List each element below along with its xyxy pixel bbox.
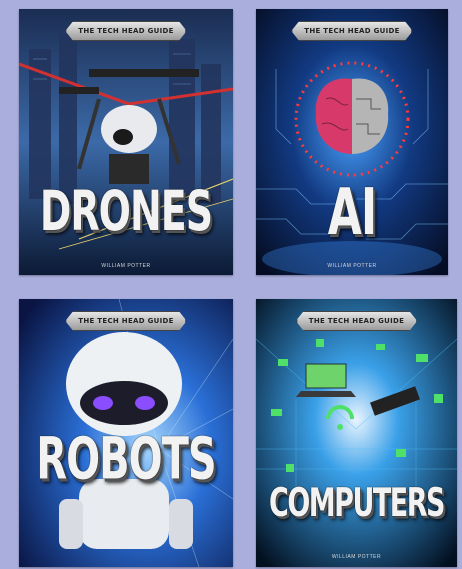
series-badge: THE TECH HEAD GUIDE (296, 311, 417, 331)
book-title: COMPUTERS (269, 481, 445, 526)
book-author: WILLIAM POTTER (331, 554, 382, 560)
book-cover-computers[interactable]: THE TECH HEAD GUIDE COMPUTERS WILLIAM PO… (256, 299, 457, 567)
book-title: ROBOTS (36, 426, 216, 493)
series-badge: THE TECH HEAD GUIDE (291, 21, 412, 41)
book-cover-robots[interactable]: THE TECH HEAD GUIDE ROBOTS (19, 299, 233, 567)
book-title: DRONES (39, 179, 213, 243)
series-badge: THE TECH HEAD GUIDE (65, 311, 186, 331)
book-author: WILLIAM POTTER (327, 263, 377, 269)
book-author: WILLIAM POTTER (101, 263, 151, 269)
computer-cover-art (256, 299, 457, 567)
book-title: AI (327, 176, 377, 250)
book-cover-ai[interactable]: THE TECH HEAD GUIDE AI WILLIAM POTTER (256, 9, 448, 275)
book-cover-drones[interactable]: THE TECH HEAD GUIDE DRONES WILLIAM POTTE… (19, 9, 233, 275)
series-badge: THE TECH HEAD GUIDE (65, 21, 186, 41)
